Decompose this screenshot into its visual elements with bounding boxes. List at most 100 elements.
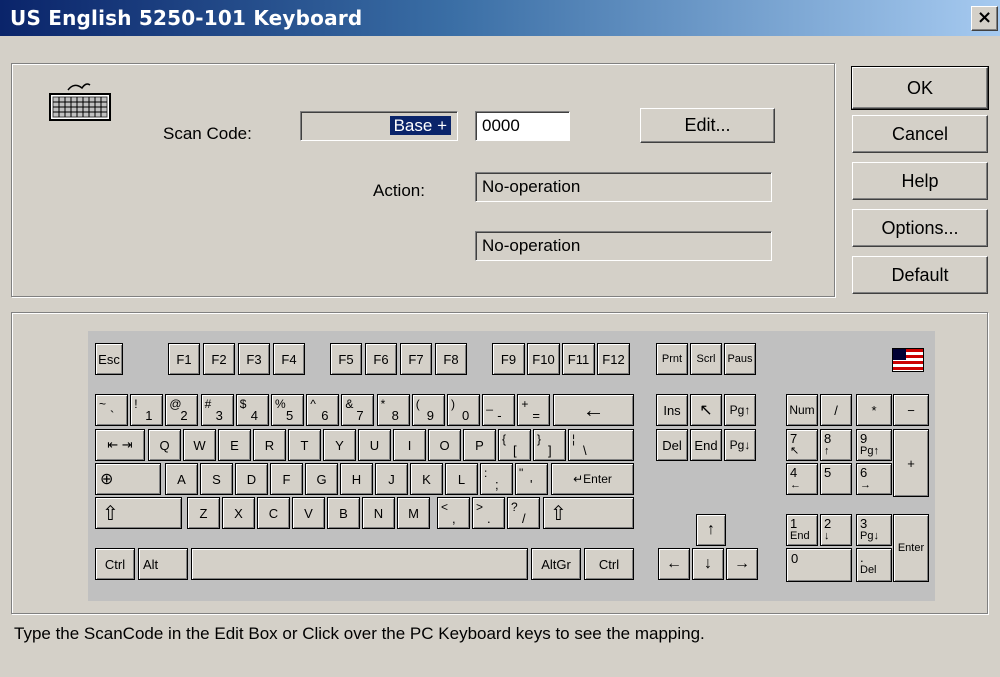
key-j[interactable]: J bbox=[375, 463, 408, 495]
close-button[interactable]: × bbox=[971, 6, 998, 31]
key-q[interactable]: Q bbox=[148, 429, 181, 461]
key-np9[interactable]: 9 Pg↑ bbox=[856, 429, 892, 461]
key-pgdn[interactable]: Pg↓ bbox=[724, 429, 756, 461]
key-paus[interactable]: Paus bbox=[724, 343, 756, 375]
default-button[interactable]: Default bbox=[852, 256, 988, 294]
key-f11[interactable]: F11 bbox=[562, 343, 595, 375]
key-del[interactable]: Del bbox=[656, 429, 688, 461]
key-f8[interactable]: F8 bbox=[435, 343, 467, 375]
key-np7[interactable]: 7 ↖ bbox=[786, 429, 818, 461]
key-shift-r[interactable]: ⇧ bbox=[543, 497, 634, 529]
key-shift-l[interactable]: ⇧ bbox=[95, 497, 182, 529]
key-down[interactable]: ↓ bbox=[692, 548, 724, 580]
key-num-5[interactable]: % 5 bbox=[271, 394, 304, 426]
key-np-mul[interactable]: * bbox=[856, 394, 892, 426]
key-f7[interactable]: F7 bbox=[400, 343, 432, 375]
key-esc[interactable]: Esc bbox=[95, 343, 123, 375]
key-np-enter[interactable]: Enter bbox=[893, 514, 929, 582]
key-g[interactable]: G bbox=[305, 463, 338, 495]
key-f6[interactable]: F6 bbox=[365, 343, 397, 375]
key-o[interactable]: O bbox=[428, 429, 461, 461]
key-num-11[interactable]: _ - bbox=[482, 394, 516, 426]
key-u[interactable]: U bbox=[358, 429, 391, 461]
key-r[interactable]: R bbox=[253, 429, 286, 461]
key-caps[interactable]: ⊕ bbox=[95, 463, 161, 495]
key-period[interactable]: >. bbox=[472, 497, 505, 529]
key-num-6[interactable]: ^ 6 bbox=[306, 394, 340, 426]
key-num-3[interactable]: #3 bbox=[200, 394, 234, 426]
key-p[interactable]: P bbox=[463, 429, 496, 461]
key-space[interactable] bbox=[191, 548, 528, 580]
key-np1[interactable]: 1 End bbox=[786, 514, 818, 546]
key-np5[interactable]: 5 bbox=[820, 463, 852, 495]
key-np2[interactable]: 2 ↓ bbox=[820, 514, 852, 546]
key-quote[interactable]: " ' bbox=[515, 463, 548, 495]
key-np-sub[interactable]: − bbox=[893, 394, 929, 426]
help-button[interactable]: Help bbox=[852, 162, 988, 200]
key-d[interactable]: D bbox=[235, 463, 268, 495]
cancel-button[interactable]: Cancel bbox=[852, 115, 988, 153]
key-slash[interactable]: ? / bbox=[507, 497, 540, 529]
key-n[interactable]: N bbox=[362, 497, 395, 529]
key-np-div[interactable]: / bbox=[820, 394, 852, 426]
key-comma[interactable]: <, bbox=[437, 497, 470, 529]
key-e[interactable]: E bbox=[218, 429, 251, 461]
key-m[interactable]: M bbox=[397, 497, 430, 529]
key-f[interactable]: F bbox=[270, 463, 303, 495]
key-backslash[interactable]: ¦ \ bbox=[568, 429, 634, 461]
key-num-8[interactable]: * 8 bbox=[376, 394, 410, 426]
key-f10[interactable]: F10 bbox=[527, 343, 560, 375]
key-num-10[interactable]: ) 0 bbox=[447, 394, 480, 426]
key-tab[interactable]: ⇤ ⇥ bbox=[95, 429, 145, 461]
scan-code-input[interactable]: 0000 bbox=[475, 111, 570, 141]
key-num-0[interactable]: ~ ` bbox=[95, 394, 128, 426]
key-num-7[interactable]: & 7 bbox=[341, 394, 375, 426]
key-ins[interactable]: Ins bbox=[656, 394, 688, 426]
key-num-1[interactable]: ! 1 bbox=[130, 394, 164, 426]
key-f12[interactable]: F12 bbox=[597, 343, 630, 375]
edit-button[interactable]: Edit... bbox=[640, 108, 775, 143]
key-num-12[interactable]: + = bbox=[517, 394, 551, 426]
key-c[interactable]: C bbox=[257, 497, 290, 529]
key-x[interactable]: X bbox=[222, 497, 255, 529]
key-semicolon[interactable]: :; bbox=[480, 463, 513, 495]
key-f3[interactable]: F3 bbox=[238, 343, 270, 375]
key-np6[interactable]: 6 → bbox=[856, 463, 892, 495]
key-num-4[interactable]: $4 bbox=[235, 394, 269, 426]
key-f5[interactable]: F5 bbox=[330, 343, 362, 375]
key-alt[interactable]: Alt bbox=[138, 548, 188, 580]
key-v[interactable]: V bbox=[292, 497, 325, 529]
key-up[interactable]: ↑ bbox=[696, 514, 726, 546]
key-t[interactable]: T bbox=[288, 429, 321, 461]
key-h[interactable]: H bbox=[340, 463, 373, 495]
key-enter[interactable]: ↵Enter bbox=[551, 463, 634, 495]
ok-button[interactable]: OK bbox=[851, 66, 989, 110]
key-w[interactable]: W bbox=[183, 429, 216, 461]
key-bracket-r[interactable]: }] bbox=[533, 429, 566, 461]
key-bracket-l[interactable]: {[ bbox=[498, 429, 531, 461]
key-backspace[interactable]: ← bbox=[553, 394, 634, 426]
key-i[interactable]: I bbox=[393, 429, 426, 461]
key-s[interactable]: S bbox=[200, 463, 233, 495]
key-home[interactable]: ↖ bbox=[690, 394, 722, 426]
key-np-add[interactable]: + bbox=[893, 429, 929, 497]
options-button[interactable]: Options... bbox=[852, 209, 988, 247]
key-a[interactable]: A bbox=[165, 463, 198, 495]
key-altgr[interactable]: AltGr bbox=[531, 548, 581, 580]
key-np3[interactable]: 3 Pg↓ bbox=[856, 514, 892, 546]
key-f2[interactable]: F2 bbox=[203, 343, 235, 375]
key-scrl[interactable]: Scrl bbox=[690, 343, 722, 375]
key-num-9[interactable]: (9 bbox=[411, 394, 445, 426]
key-ctrl-l[interactable]: Ctrl bbox=[95, 548, 135, 580]
key-np8[interactable]: 8 ↑ bbox=[820, 429, 852, 461]
key-end[interactable]: End bbox=[690, 429, 722, 461]
key-f9[interactable]: F9 bbox=[492, 343, 525, 375]
key-z[interactable]: Z bbox=[187, 497, 220, 529]
key-num-2[interactable]: @2 bbox=[165, 394, 199, 426]
key-prnt[interactable]: Prnt bbox=[656, 343, 688, 375]
key-ctrl-r[interactable]: Ctrl bbox=[584, 548, 634, 580]
key-right[interactable]: → bbox=[726, 548, 758, 580]
key-np0[interactable]: 0 bbox=[786, 548, 852, 582]
key-pgup[interactable]: Pg↑ bbox=[724, 394, 756, 426]
key-np4[interactable]: 4 ← bbox=[786, 463, 818, 495]
